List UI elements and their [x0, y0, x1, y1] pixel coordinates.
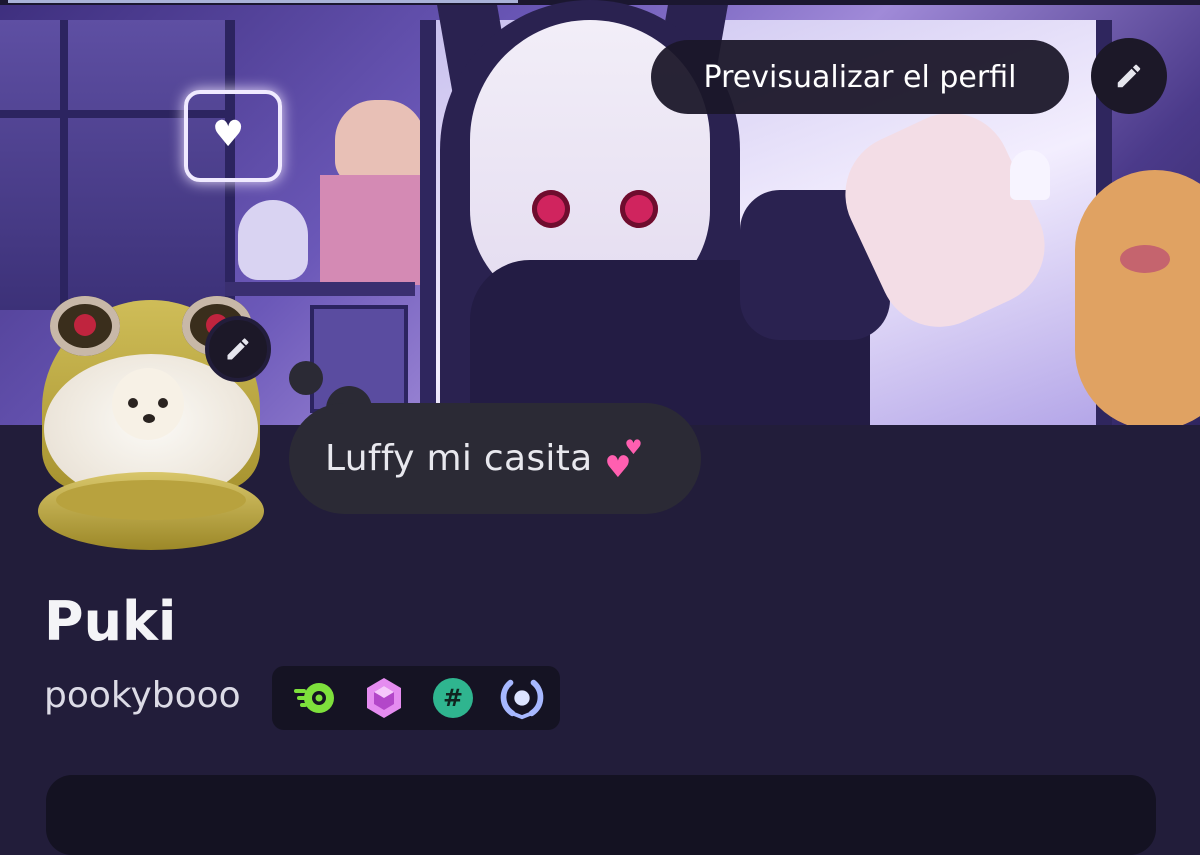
banner-pink-box	[320, 175, 420, 285]
banner-speech-bubble: ♥	[184, 90, 282, 182]
preview-profile-button[interactable]: Previsualizar el perfil	[651, 40, 1069, 114]
edit-banner-button[interactable]	[1091, 38, 1167, 114]
custom-status-bubble[interactable]: Luffy mi casita ♥ ♥	[289, 403, 701, 514]
banner-cat-figure	[238, 200, 308, 280]
hashtag-badge-icon[interactable]: #	[430, 675, 476, 721]
banner-ghost	[1010, 150, 1050, 200]
banner-bear-plush	[335, 100, 425, 185]
edit-avatar-button[interactable]	[205, 316, 271, 382]
username: pookybooo	[44, 675, 241, 716]
svg-text:#: #	[443, 684, 463, 712]
frog-helmet-base	[38, 472, 264, 550]
custom-status-text: Luffy mi casita	[325, 438, 593, 479]
banner-chick-plush	[1075, 170, 1200, 425]
display-name: Puki	[44, 590, 177, 653]
boost-gem-badge-icon[interactable]	[361, 675, 407, 721]
banner-chick-beak	[1120, 245, 1170, 273]
banner-shelf	[225, 282, 415, 296]
two-hearts-icon: ♥ ♥	[604, 434, 643, 485]
badge-list: #	[272, 666, 560, 730]
frog-eye-left	[50, 296, 120, 356]
quest-laurel-badge-icon[interactable]	[499, 675, 545, 721]
nitro-badge-icon[interactable]	[292, 675, 338, 721]
pencil-icon	[227, 338, 249, 360]
profile-info-card	[46, 775, 1156, 855]
status-thought-dot-small	[289, 361, 323, 395]
heart-icon: ♥	[212, 114, 245, 155]
pencil-icon	[1117, 64, 1141, 88]
